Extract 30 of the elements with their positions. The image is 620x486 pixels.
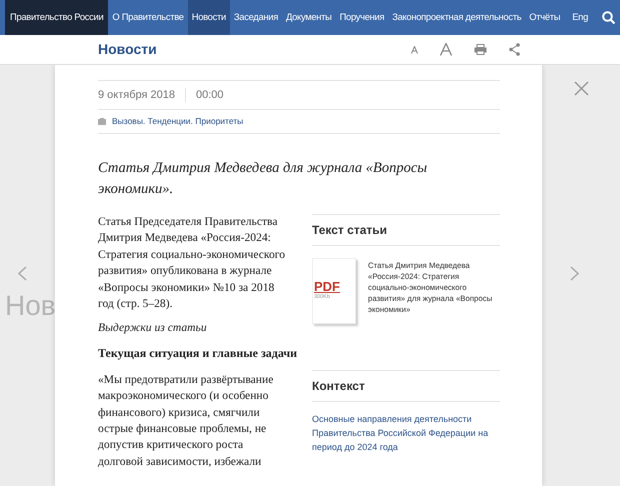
nav-link[interactable]: Заседания — [230, 0, 282, 35]
paragraph: «Мы предотвратили развёртывание макроэкономического (и особенно финансового) кризиса, смягчили острые финансовые проблемы, не допустив критического роста долговой зависимости, избежали — [98, 372, 274, 470]
search-icon[interactable] — [602, 11, 615, 24]
nav-link[interactable]: Поручения — [336, 0, 388, 35]
font-increase-icon[interactable] — [440, 43, 452, 56]
chevron-right-icon[interactable] — [570, 266, 579, 281]
article-date: 9 октября 2018 — [98, 88, 175, 103]
article-lead: Статья Дмитрия Медведева для журнала «Вопросы экономики». — [98, 159, 428, 199]
nav-link[interactable]: Новости — [188, 0, 230, 35]
paragraph: Выдержки из статьи — [98, 320, 208, 336]
section-title: Новости — [98, 41, 157, 58]
nav-link[interactable]: Отчёты — [525, 0, 564, 35]
nav-link[interactable]: О Правительстве — [108, 0, 188, 35]
nav-link[interactable]: Документы — [282, 0, 336, 35]
sidebar-heading: Текст статьи — [312, 214, 500, 246]
context-link[interactable]: Основные направления деятельности Правительства Российской Федерации на период до 2024 года — [312, 402, 500, 454]
font-decrease-icon[interactable] — [411, 46, 418, 54]
paragraph-heading: Текущая ситуация и главные задачи — [98, 344, 298, 362]
article-time: 00:00 — [196, 88, 224, 103]
folder-icon — [98, 118, 106, 125]
nav-link[interactable]: Законопроектная деятельность — [388, 0, 526, 35]
tag-links[interactable]: Вызовы. Тенденции. Приоритеты — [112, 115, 244, 128]
close-icon[interactable] — [574, 81, 589, 96]
language-link[interactable]: Eng — [568, 0, 592, 35]
sidebar-heading: Контекст — [312, 370, 500, 402]
print-icon[interactable] — [474, 44, 487, 55]
site-brand-link[interactable]: Правительство России — [5, 0, 108, 35]
share-icon[interactable] — [509, 43, 520, 56]
paragraph: Статья Председателя Правительства Дмитрия Медведева «Россия-2024: Стратегия социально-экономического развития» опубликована в журнале «Вопросы экономики» №10 за 2018 год (стр. 5–28). — [98, 214, 286, 312]
chevron-left-icon[interactable] — [18, 266, 27, 281]
